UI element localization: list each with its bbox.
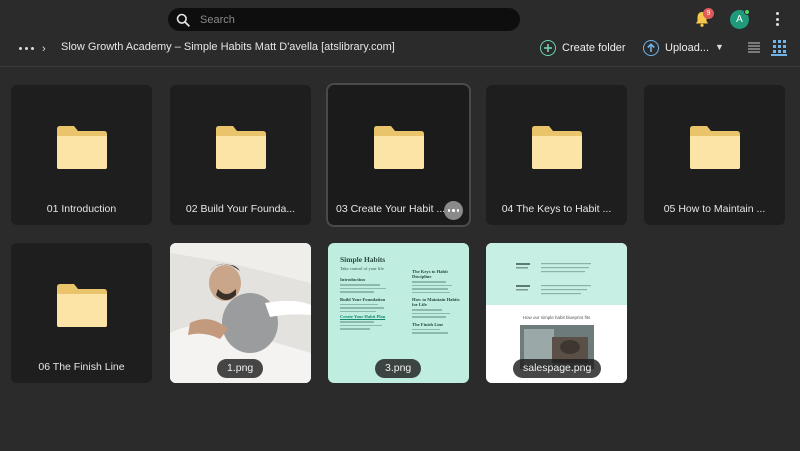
breadcrumb-more-icon[interactable] [19,47,34,50]
folder-name: 06 The Finish Line [38,361,125,373]
folder-name: 01 Introduction [46,203,117,215]
folder-icon [57,284,107,327]
folder-card[interactable]: 04 The Keys to Habit ... [486,85,627,225]
grid-view-icon[interactable] [771,40,787,56]
create-folder-label: Create folder [562,42,626,54]
image-file-card[interactable]: Simple Habits Take control of your life … [328,243,469,383]
upload-label: Upload... [665,42,710,54]
list-view-icon[interactable] [748,42,760,53]
search-input[interactable] [200,13,500,26]
chevron-down-icon[interactable]: ▼ [715,42,724,52]
folder-name: 05 How to Maintain ... [663,203,766,215]
breadcrumb[interactable]: Slow Growth Academy – Simple Habits Matt… [61,41,395,53]
upload-button[interactable]: Upload... [643,38,709,58]
top-bar: 9 A [0,0,800,38]
folder-name: 04 The Keys to Habit ... [501,203,612,215]
preview-heading: Create Your Habit Plan [340,314,386,319]
folder-icon [532,126,582,169]
preview-heading: Build Your Foundation [340,296,386,302]
folder-card[interactable]: 06 The Finish Line [11,243,152,383]
preview-heading: The Keys to Habit Discipline [412,269,448,279]
preview-title: Simple Habits [340,255,386,264]
folder-card[interactable]: 05 How to Maintain ... [644,85,785,225]
image-file-card[interactable]: How our simple habit blueprint fits sale… [486,243,627,383]
preview-subtitle: Take control of your life [340,266,384,271]
file-name: salespage.png [513,359,602,378]
preview-heading: The Finish Line [412,321,444,327]
breadcrumb-bar: › Slow Growth Academy – Simple Habits Ma… [0,38,800,66]
search-bar[interactable] [168,8,520,31]
preview-caption: How our simple habit blueprint fits [522,315,591,320]
arrow-up-circle-icon [643,40,659,56]
preview-heading: How to Maintain Habits for Life [412,297,460,307]
folder-icon [374,126,424,169]
divider [0,66,800,67]
folder-card[interactable]: 02 Build Your Founda... [170,85,311,225]
create-folder-button[interactable]: Create folder [540,38,626,58]
folder-name: 02 Build Your Founda... [185,203,296,215]
preview-heading: Introduction [340,277,365,282]
folder-card[interactable]: 03 Create Your Habit ... [326,83,471,227]
chevron-right-icon: › [42,43,46,55]
search-icon [176,13,190,27]
file-name: 3.png [375,359,422,378]
item-options-button[interactable] [444,201,463,220]
plus-circle-icon [540,40,556,56]
folder-icon [690,126,740,169]
online-status-dot [744,9,750,15]
more-options-icon[interactable] [770,10,784,28]
notification-badge: 9 [703,8,714,19]
folder-card[interactable]: 01 Introduction [11,85,152,225]
folder-icon [57,126,107,169]
folder-icon [216,126,266,169]
image-file-card[interactable]: 1.png [170,243,311,383]
file-name: 1.png [217,359,264,378]
